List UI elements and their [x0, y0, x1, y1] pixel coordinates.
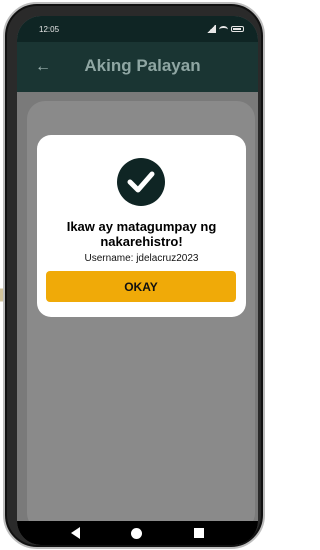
circle-home-icon[interactable]: [131, 527, 143, 539]
status-bar: 12:05: [17, 16, 258, 42]
status-icons: [206, 25, 244, 33]
screen: 12:05 ← Aking Palayan Ikaw ay matagumpay…: [17, 16, 258, 545]
phone-frame: 12:05 ← Aking Palayan Ikaw ay matagumpay…: [3, 2, 265, 549]
page-title: Aking Palayan: [84, 56, 201, 75]
system-nav-bar: [17, 521, 258, 545]
check-circle-icon: [117, 158, 165, 206]
wifi-icon: [219, 25, 228, 33]
app-bar: ← Aking Palayan: [17, 42, 258, 92]
okay-button[interactable]: OKAY: [46, 271, 236, 302]
triangle-back-icon[interactable]: [70, 527, 80, 539]
dialog-title: Ikaw ay matagumpay ng nakarehistro!: [66, 219, 217, 249]
battery-icon: [231, 26, 244, 32]
checkmark-icon: [127, 171, 155, 193]
success-dialog: Ikaw ay matagumpay ng nakarehistro! User…: [37, 135, 246, 317]
status-time: 12:05: [39, 24, 60, 34]
square-recents-icon[interactable]: [194, 528, 205, 538]
username-text: Username: jdelacruz2023: [84, 253, 199, 264]
signal-icon: [206, 25, 216, 33]
